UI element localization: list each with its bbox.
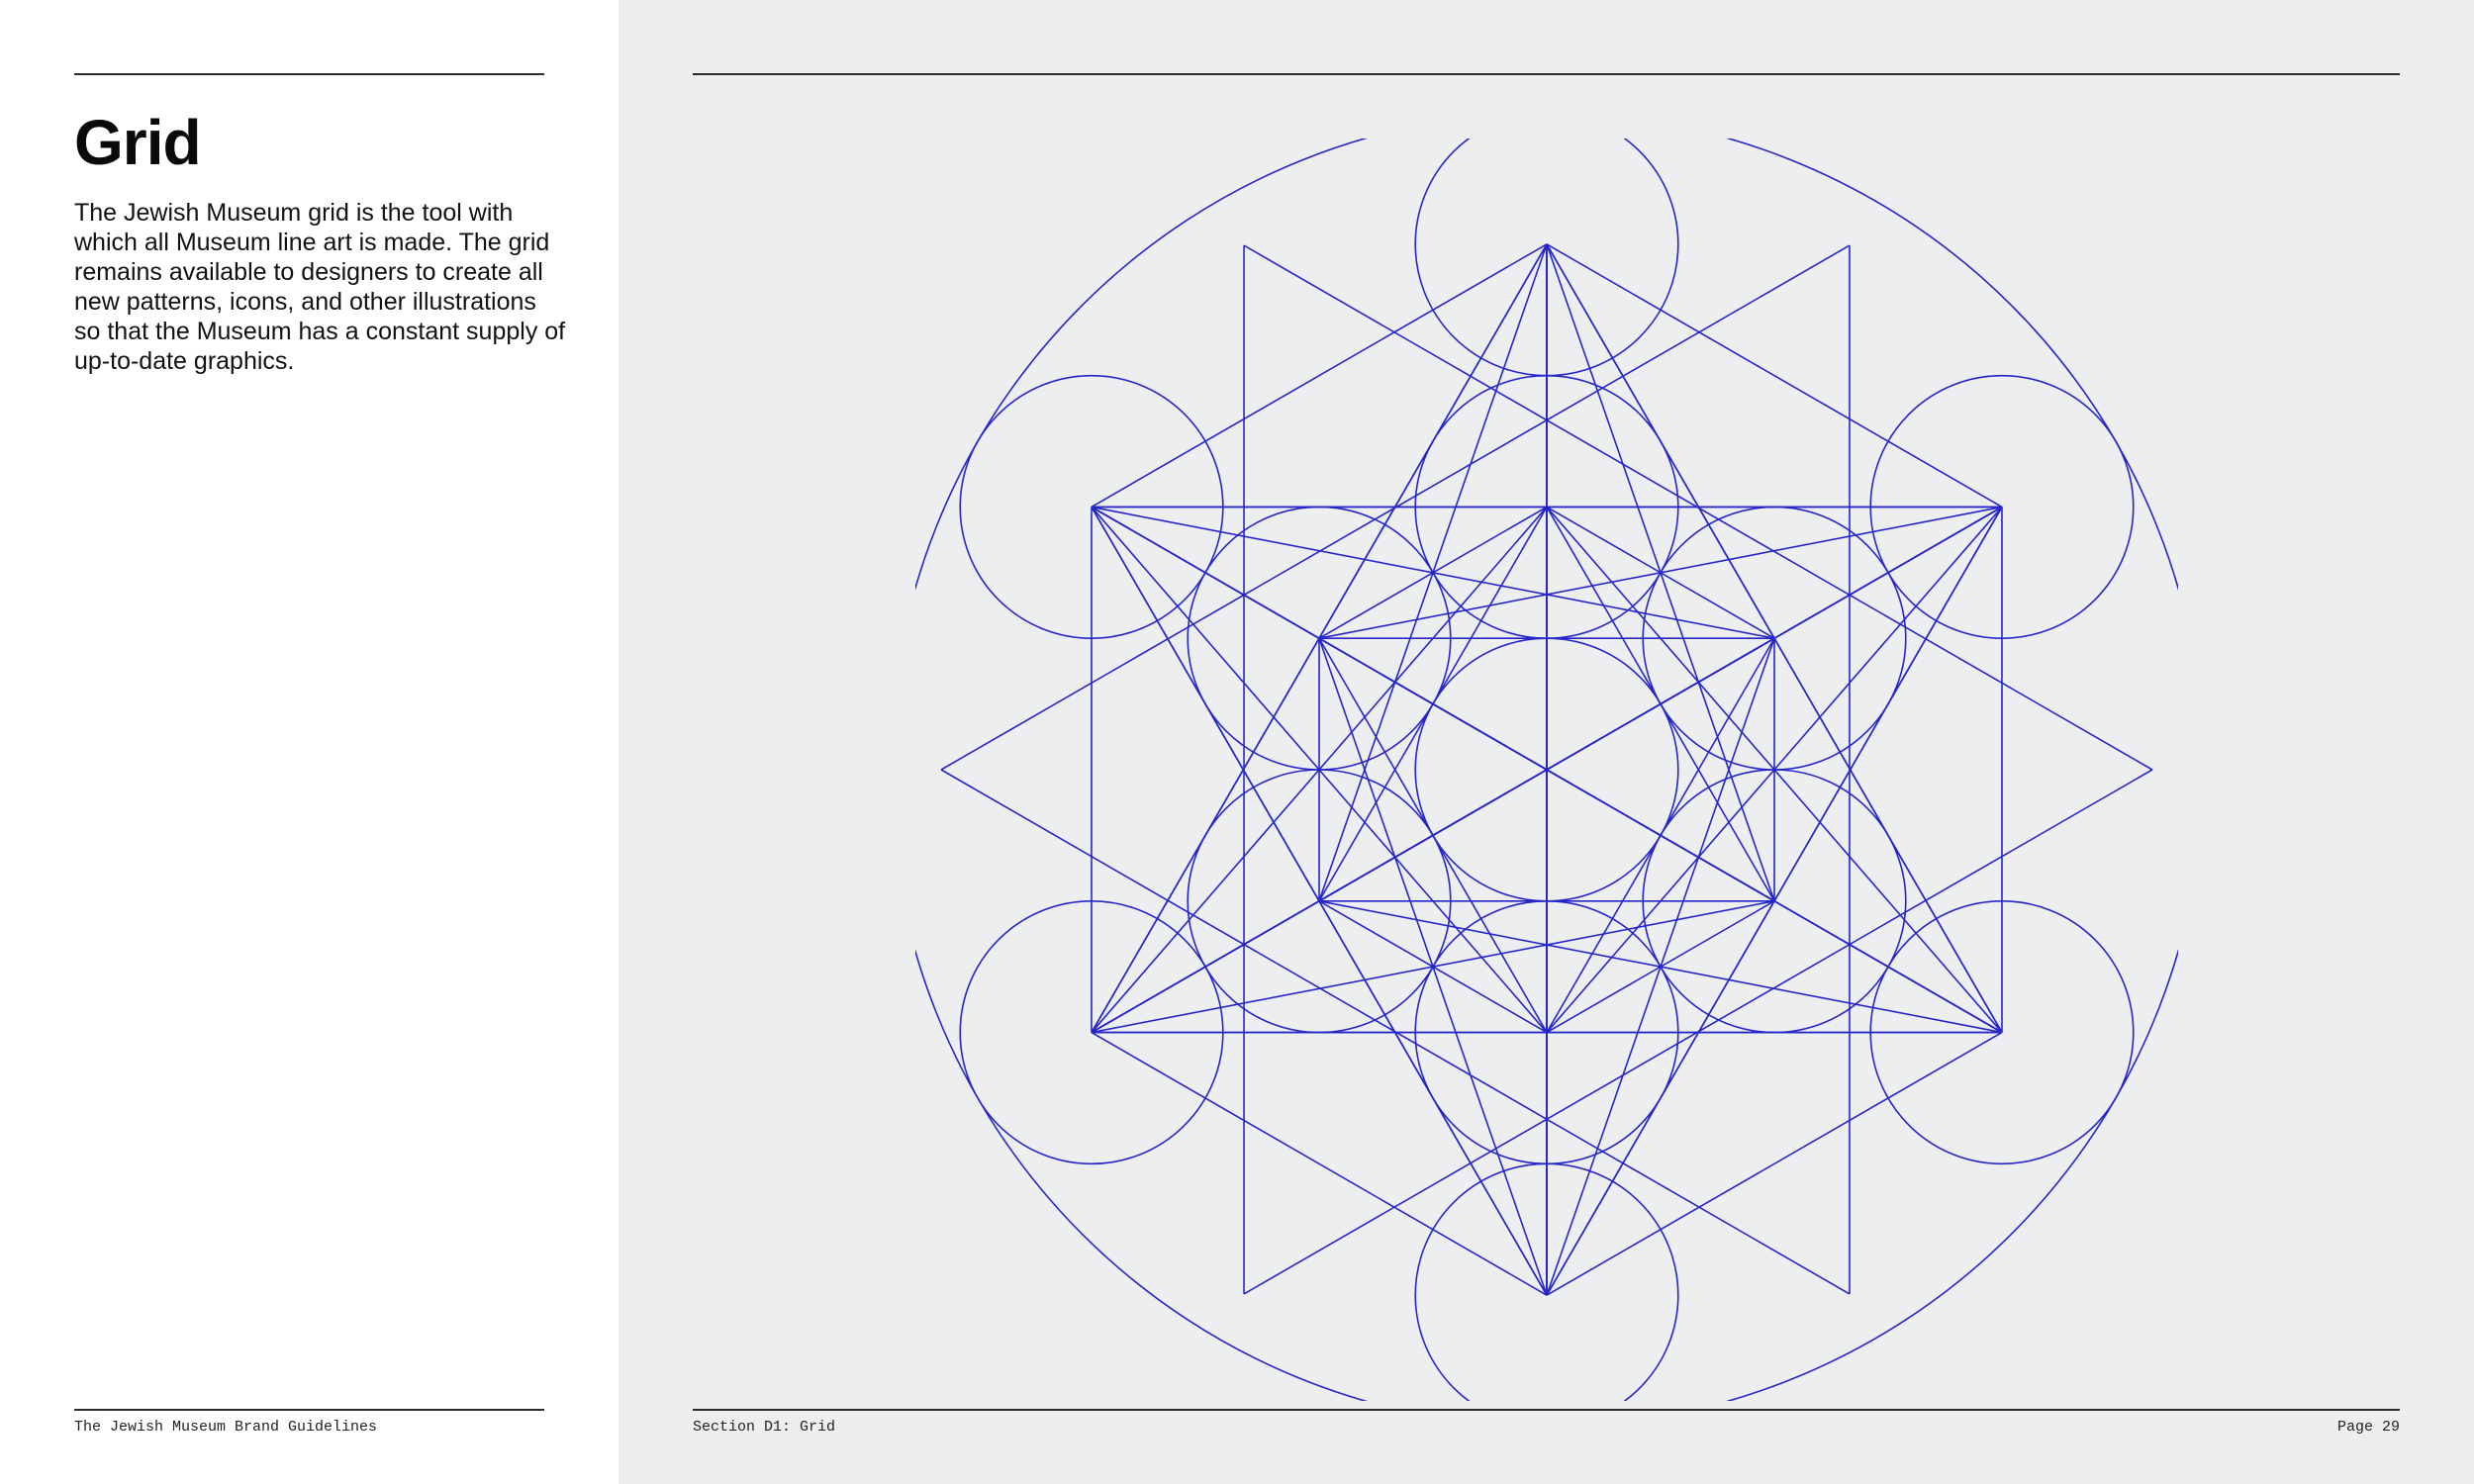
grid-illustration [915,139,2178,1401]
grid-line [1091,1031,1548,1296]
grid-line [1318,506,2003,639]
footer-brand-guidelines: The Jewish Museum Brand Guidelines [74,1419,378,1436]
left-panel: Grid The Jewish Museum grid is the tool … [0,0,618,1484]
grid-line [1546,1031,2003,1296]
description-text: The Jewish Museum grid is the tool with … [74,199,566,375]
footer-page-number: Page 29 [2336,1419,2400,1436]
top-rule-right [693,73,2400,75]
grid-line [1091,243,1548,509]
grid-line [1318,637,1548,1296]
top-rule-left [74,73,544,75]
bottom-rule-left [74,1409,544,1411]
grid-line [1318,900,2003,1034]
grid-line [1546,243,2003,509]
footer-section-label: Section D1: Grid [693,1419,836,1436]
bottom-rule-right [693,1409,2400,1411]
grid-line [1318,243,1548,902]
page-title: Grid [74,107,202,178]
